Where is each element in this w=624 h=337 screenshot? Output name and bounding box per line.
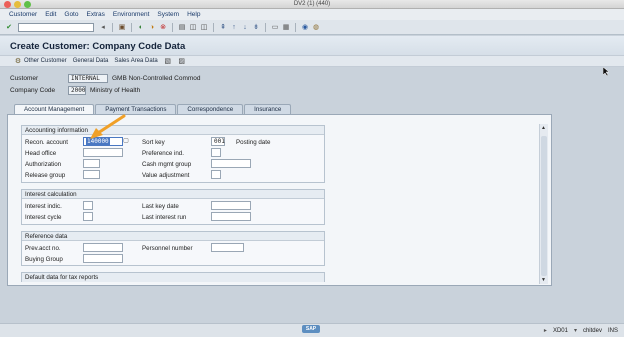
- mouse-pointer-icon: [603, 67, 609, 76]
- insert-mode[interactable]: INS: [608, 328, 618, 334]
- sap-logo: SAP: [302, 325, 320, 333]
- user-name: chitdev: [582, 327, 602, 334]
- status-play-icon[interactable]: ▸: [544, 327, 547, 334]
- transaction-code: XD01: [552, 327, 568, 334]
- arrow-shaft: [96, 114, 126, 135]
- system-info: ▸ XD01 ▾ chitdev INS: [544, 327, 618, 335]
- status-dropdown-icon[interactable]: ▾: [574, 327, 577, 334]
- annotation-arrow: [90, 114, 126, 139]
